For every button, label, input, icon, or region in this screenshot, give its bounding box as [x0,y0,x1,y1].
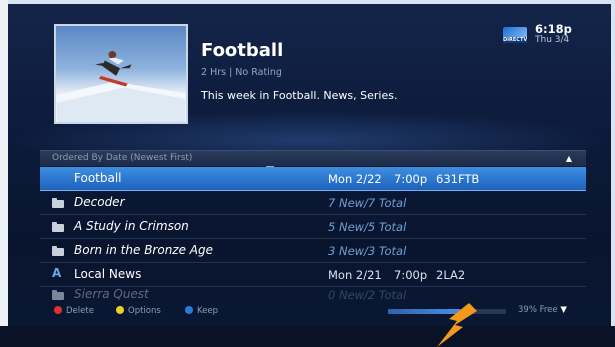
sort-order-bar[interactable]: Ordered By Date (Newest First) ▲ [40,150,586,168]
red-button-icon [54,306,62,314]
list-item-time: 7:00p [394,268,428,282]
bottom-strip [0,326,615,347]
folder-icon [52,222,64,232]
program-description: This week in Football. News, Series. [201,89,398,102]
disk-free-text: 39% Free [518,305,558,315]
blue-button-icon [185,306,193,314]
list-item-name: Decoder [74,195,125,209]
delete-legend[interactable]: Delete [54,306,94,316]
frame-left-edge [0,0,8,347]
list-item-name: Football [74,171,122,185]
folder-icon [52,290,64,300]
clock-date: Thu 3/4 [535,35,570,45]
delete-label: Delete [66,306,94,316]
sort-order-label: Ordered By Date (Newest First) [52,153,193,163]
folder-icon [52,198,64,208]
list-item-airing: Mon 2/22 7:00p 631FTB [328,172,479,186]
logo-text: DIRECTV [503,37,527,43]
folder-icon [52,246,64,256]
snowboarder-image [56,50,186,122]
directv-logo-icon: DIRECTV [503,27,527,43]
list-item-born-in-the-bronze-age[interactable]: Born in the Bronze Age 3 New/3 Total [40,239,586,263]
list-item-summary: 3 New/3 Total [328,244,407,258]
list-item-name: A Study in Crimson [74,219,189,233]
list-item-channel: 631FTB [436,172,480,186]
options-legend[interactable]: Options [116,306,161,316]
clock-time: 6:18p [535,22,572,36]
list-item-time: 7:00p [394,172,428,186]
list-item-name: Local News [74,267,142,281]
pointer-arrow-icon [437,303,477,347]
frame-right-edge [611,0,615,347]
list-item-decoder[interactable]: Decoder 7 New/7 Total [40,191,586,215]
list-item-name: Sierra Quest [74,287,149,301]
list-item-airing: Mon 2/21 7:00p 2LA2 [328,268,465,282]
program-meta: 2 Hrs | No Rating [201,67,282,78]
program-title: Football [201,40,284,61]
list-item-channel: 2LA2 [436,268,466,282]
sort-up-arrow-icon[interactable]: ▲ [566,154,572,163]
list-item-date: Mon 2/21 [328,268,382,282]
program-thumbnail [54,24,188,124]
options-label: Options [128,306,161,316]
frame-top-edge [0,0,615,4]
list-item-summary: 0 New/2 Total [328,288,407,302]
yellow-button-icon [116,306,124,314]
list-item-summary: 7 New/7 Total [328,196,407,210]
list-item-summary: 5 New/5 Total [328,220,407,234]
list-item-football[interactable]: Football Mon 2/22 7:00p 631FTB [40,167,586,191]
list-item-date: Mon 2/22 [328,172,382,186]
disk-free-label: 39% Free ▼ [518,305,567,315]
list-item-sierra-quest[interactable]: Sierra Quest 0 New/2 Total [40,287,586,303]
alpha-icon: A [52,266,62,280]
list-item-a-study-in-crimson[interactable]: A Study in Crimson 5 New/5 Total [40,215,586,239]
list-item-local-news[interactable]: A Local News Mon 2/21 7:00p 2LA2 [40,263,586,287]
dvr-playlist-screen: Football 2 Hrs | No Rating This week in … [0,0,615,347]
keep-label: Keep [197,306,219,316]
disk-down-arrow-icon: ▼ [560,305,567,315]
keep-legend[interactable]: Keep [185,306,218,316]
list-item-name: Born in the Bronze Age [74,243,214,257]
